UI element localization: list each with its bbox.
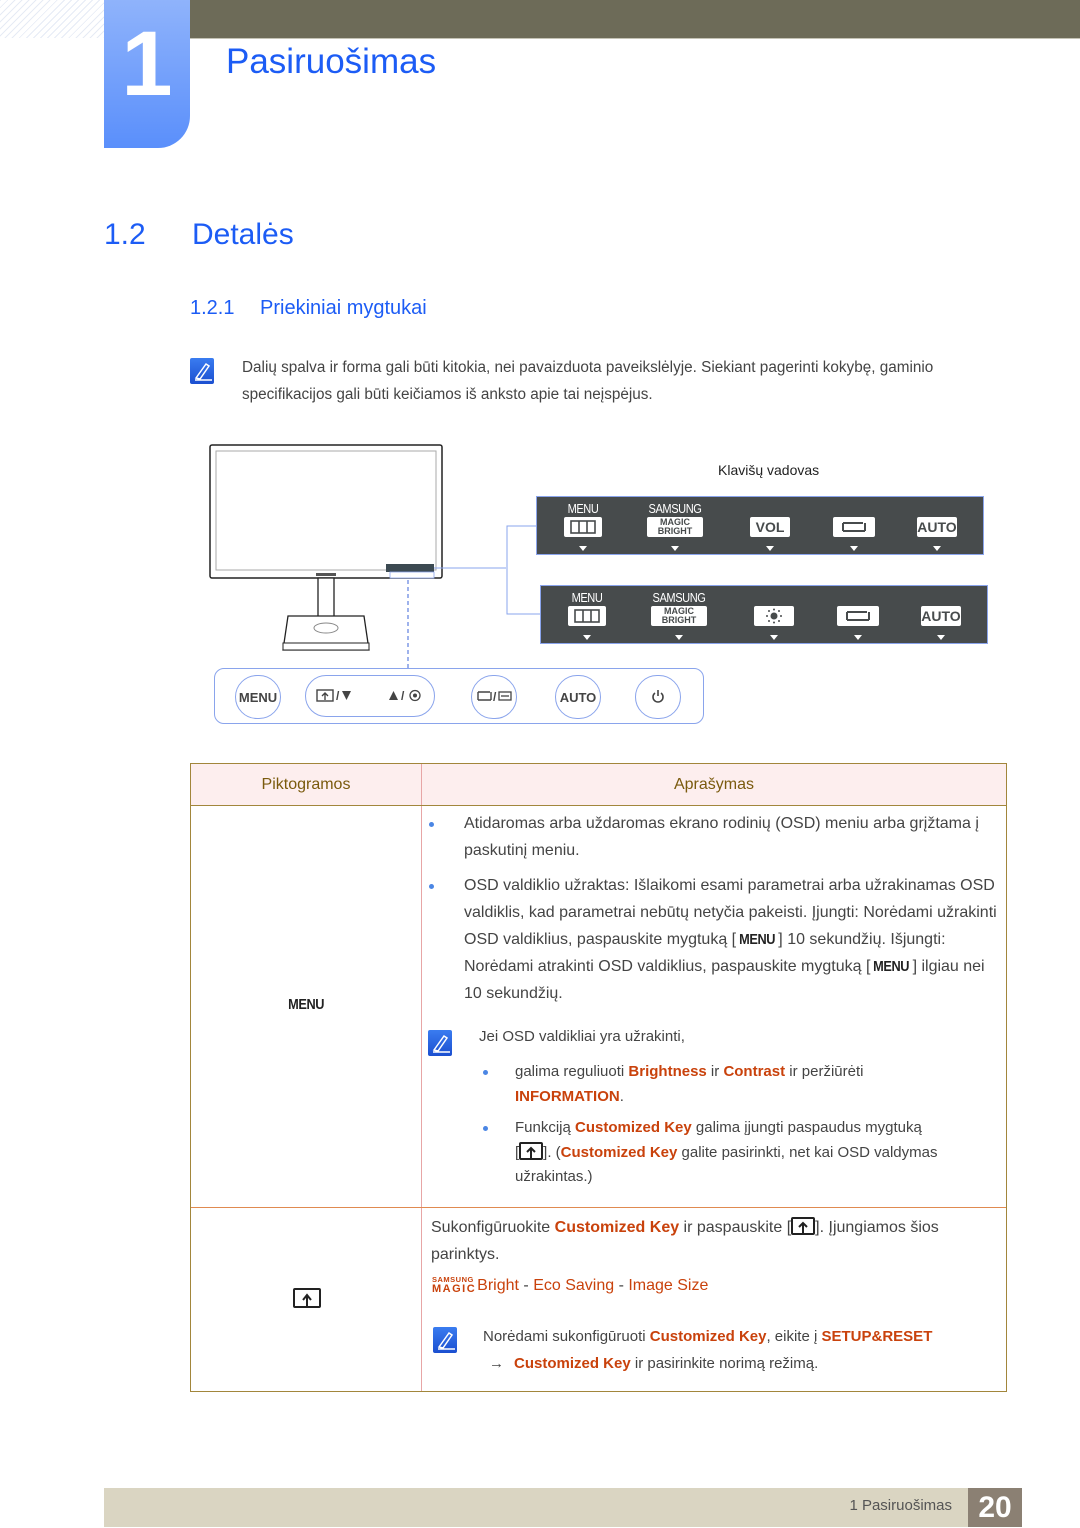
- menu-button-icon: MENU: [288, 996, 324, 1013]
- osd2-menu: MENU: [547, 586, 627, 643]
- osd2-brightness: [734, 586, 814, 643]
- note-icon: [428, 1030, 452, 1061]
- customized-key-down-icon: /: [316, 688, 352, 705]
- bullet-osd-lock: OSD valdiklio užraktas: Išlaikomi esami …: [429, 872, 1004, 1007]
- svg-text:/: /: [336, 689, 340, 702]
- table-row: Sukonfigūruokite Customized Key ir paspa…: [191, 1208, 1006, 1391]
- note-text: Dalių spalva ir forma gali būti kitokia,…: [242, 359, 934, 403]
- icons-table: Piktogramos Aprašymas MENU Atidaromas ar…: [190, 763, 1007, 1392]
- header-bar: [190, 0, 1080, 38]
- key-guide-label: Klavišų vadovas: [718, 462, 820, 478]
- osd2-magic-bright: SAMSUNG MAGIC BRIGHT: [639, 586, 719, 643]
- menu-button[interactable]: MENU: [235, 675, 281, 719]
- osd1-menu: MENU: [543, 497, 623, 554]
- note-icon: [433, 1327, 457, 1358]
- svg-text:/: /: [401, 689, 405, 702]
- source-swap-icon: [837, 606, 879, 626]
- brightness-icon: [754, 606, 794, 626]
- source-button[interactable]: /: [471, 675, 517, 719]
- front-button-panel: MENU / / / AUTO: [214, 668, 704, 724]
- note-locked-intro: Jei OSD valdikliai yra užrakinti,: [479, 1028, 685, 1045]
- option-image-size: Image Size: [628, 1277, 709, 1294]
- osd1-magic-bright: SAMSUNG MAGIC BRIGHT: [635, 497, 715, 554]
- power-icon: [651, 689, 665, 706]
- section-number: 1.2: [104, 218, 146, 251]
- osd1-source: [814, 497, 894, 554]
- customized-key-options: SAMSUNG MAGIC Bright - Eco Saving - Image…: [432, 1275, 709, 1295]
- header-description: Aprašymas: [673, 775, 755, 793]
- osd2-auto: AUTO: [901, 586, 981, 643]
- bullet-osd-menu: Atidaromas arba uždaromas ekrano rodinių…: [429, 810, 1004, 864]
- page-number: 20: [968, 1488, 1022, 1527]
- subsection-heading: 1.2.1 Priekiniai mygtukai: [190, 297, 427, 320]
- source-icon: /: [476, 689, 512, 706]
- header-pattern: [0, 0, 104, 38]
- section-title: Detalės: [192, 218, 294, 251]
- magic-bright-key: MAGIC BRIGHT: [647, 517, 703, 537]
- customized-key-icon: [519, 1141, 544, 1160]
- subsection-title: Priekiniai mygtukai: [260, 297, 427, 319]
- chapter-number: 1: [121, 13, 173, 115]
- up-enter-icon: /: [388, 688, 424, 705]
- subsection-number: 1.2.1: [190, 297, 235, 319]
- customized-key-icon: [791, 1217, 816, 1235]
- table-header: Piktogramos Aprašymas: [191, 764, 1006, 806]
- osd2-source: [818, 586, 898, 643]
- magic-bright-key: MAGIC BRIGHT: [651, 606, 707, 626]
- chapter-title: Pasiruošimas: [226, 42, 437, 81]
- osd1-vol: VOL: [730, 497, 810, 554]
- osd-key-guide-1: MENU SAMSUNG MAGIC BRIGHT VOL AUTO: [536, 496, 984, 555]
- section-heading: 1.2 Detalės: [104, 218, 294, 252]
- header-divider: [190, 38, 1080, 39]
- auto-button[interactable]: AUTO: [555, 675, 601, 719]
- sub-bullet-customized-key: Funkciją Customized Key galima įjungti p…: [483, 1116, 995, 1190]
- menu-icon: [568, 606, 606, 626]
- note-configure-customized-key: Norėdami sukonfigūruoti Customized Key, …: [483, 1328, 933, 1372]
- option-eco-saving: Eco Saving: [533, 1277, 615, 1294]
- customized-key-icon: [293, 1288, 321, 1310]
- svg-text:/: /: [493, 690, 497, 703]
- monitor-illustration: [209, 444, 506, 668]
- power-button[interactable]: [635, 675, 681, 719]
- samsung-magic-logo: SAMSUNG MAGIC: [432, 1275, 477, 1295]
- osd1-auto: AUTO: [897, 497, 977, 554]
- customized-key-description: Sukonfigūruokite Customized Key ir paspa…: [431, 1217, 939, 1263]
- source-swap-icon: [833, 517, 875, 537]
- page-footer: 1 Pasiruošimas 20: [104, 1488, 1022, 1527]
- header-icons: Piktogramos: [191, 764, 422, 805]
- osd-key-guide-2: MENU SAMSUNG MAGIC BRIGHT AUTO: [540, 585, 988, 644]
- menu-icon: [564, 517, 602, 537]
- sub-bullet-brightness: galima reguliuoti Brightness ir Contrast…: [483, 1060, 995, 1109]
- chapter-badge: 1: [104, 0, 190, 148]
- note-icon: [190, 358, 214, 389]
- footer-chapter-label: 1 Pasiruošimas: [849, 1497, 952, 1514]
- option-bright: Bright: [477, 1277, 519, 1294]
- table-row: MENU Atidaromas arba uždaromas ekrano ro…: [191, 806, 1006, 1208]
- customized-down-up-enter-button[interactable]: / /: [305, 675, 435, 717]
